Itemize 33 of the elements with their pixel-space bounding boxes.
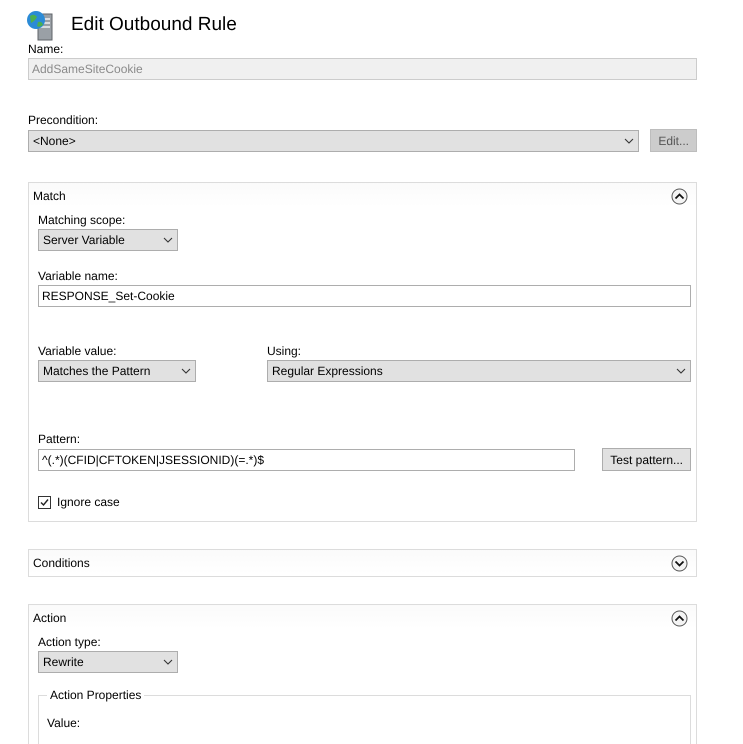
collapse-icon[interactable] xyxy=(671,610,688,626)
dropdown-caret-icon xyxy=(163,237,173,243)
field-label: Name: xyxy=(28,42,64,56)
variable-name-field[interactable]: RESPONSE_Set-Cookie xyxy=(38,285,691,307)
variable-value-dropdown[interactable]: Matches the Pattern xyxy=(38,360,196,382)
precondition-dropdown[interactable]: <None> xyxy=(28,130,640,152)
dropdown-caret-icon xyxy=(163,659,173,665)
field-label: Matching scope: xyxy=(38,213,126,227)
matching-scope-dropdown[interactable]: Server Variable xyxy=(38,229,178,251)
field-label: Variable value: xyxy=(38,344,118,358)
test-pattern-button[interactable]: Test pattern... xyxy=(602,448,691,471)
window-title: Edit Outbound Rule xyxy=(71,14,237,36)
collapse-icon[interactable] xyxy=(671,188,688,204)
group-title: Action Properties xyxy=(47,688,144,702)
field-label: Precondition: xyxy=(28,113,100,127)
using-dropdown[interactable]: Regular Expressions xyxy=(267,360,691,382)
dropdown-caret-icon xyxy=(624,138,634,144)
field-label: Pattern: xyxy=(38,432,82,446)
field-label: Action type: xyxy=(38,635,102,649)
checkbox[interactable] xyxy=(38,496,51,508)
section-title: Match xyxy=(33,189,66,203)
dropdown-caret-icon xyxy=(676,368,686,374)
dropdown-caret-icon xyxy=(181,368,191,374)
field-label: Variable name: xyxy=(38,269,119,283)
section-title: Conditions xyxy=(33,556,90,570)
section-title: Action xyxy=(33,611,66,625)
pattern-field[interactable]: ^(.*)(CFID|CFTOKEN|JSESSIONID)(=.*)$ xyxy=(38,448,576,470)
checkbox-label: Ignore case xyxy=(57,495,120,509)
expand-icon[interactable] xyxy=(671,554,688,572)
field-label: Using: xyxy=(267,344,302,358)
field-label: Value: xyxy=(47,716,82,730)
action-type-dropdown[interactable]: Rewrite xyxy=(38,651,178,673)
edit-button[interactable]: Edit... xyxy=(650,129,697,152)
